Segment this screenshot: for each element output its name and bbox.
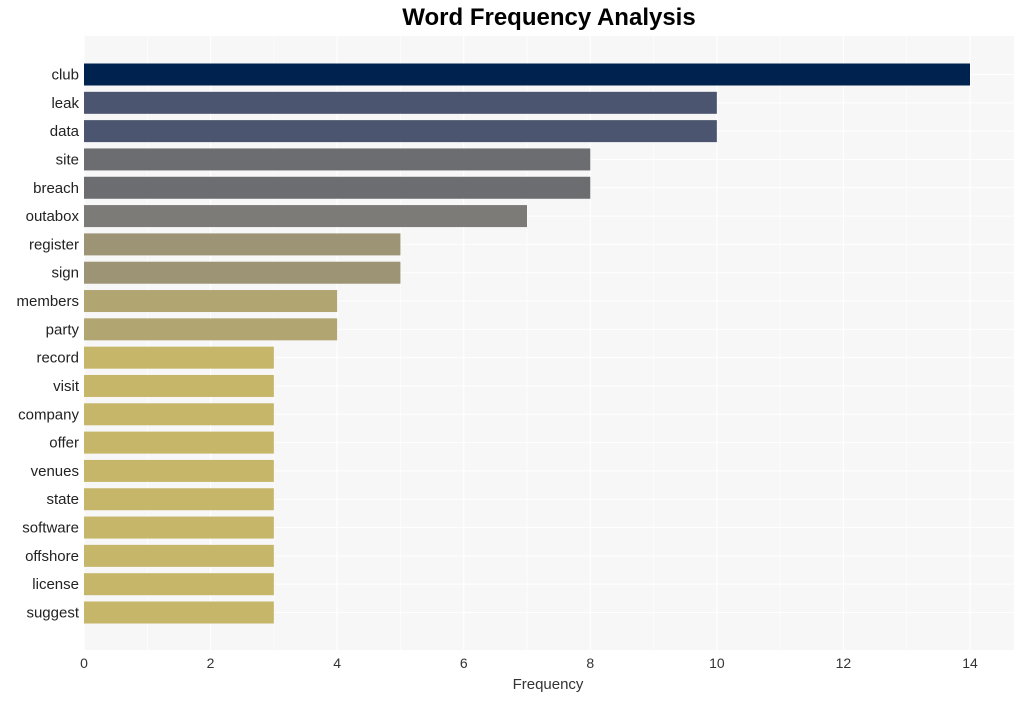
bar-site	[84, 148, 591, 171]
x-tick-label: 2	[207, 655, 215, 671]
bar-venues	[84, 459, 274, 482]
bar-company	[84, 403, 274, 426]
bar-club	[84, 63, 970, 86]
bar-data	[84, 120, 717, 143]
category-label: party	[46, 321, 80, 338]
bar-software	[84, 516, 274, 539]
category-label: record	[36, 350, 79, 367]
x-tick-label: 0	[80, 655, 88, 671]
bar-suggest	[84, 601, 274, 624]
bar-members	[84, 290, 338, 313]
x-tick-label: 12	[836, 655, 852, 671]
x-axis-title: Frequency	[513, 676, 584, 693]
category-label: visit	[53, 378, 80, 395]
bar-state	[84, 488, 274, 511]
bar-party	[84, 318, 338, 341]
category-label: site	[56, 151, 79, 168]
bar-breach	[84, 176, 591, 199]
bar-leak	[84, 91, 717, 114]
category-label: state	[46, 491, 79, 508]
category-label: license	[32, 576, 79, 593]
category-label: sign	[51, 265, 79, 282]
x-tick-label: 10	[709, 655, 725, 671]
category-label: data	[50, 123, 80, 140]
bar-license	[84, 573, 274, 596]
x-tick-label: 4	[333, 655, 341, 671]
category-label: club	[51, 67, 79, 84]
x-tick-label: 14	[962, 655, 978, 671]
bar-register	[84, 233, 401, 256]
bar-offshore	[84, 544, 274, 567]
category-label: suggest	[26, 605, 79, 622]
bar-outabox	[84, 205, 527, 228]
bar-record	[84, 346, 274, 369]
bar-visit	[84, 374, 274, 397]
category-label: members	[16, 293, 79, 310]
category-label: leak	[51, 95, 79, 112]
category-label: register	[29, 236, 79, 253]
x-tick-label: 8	[586, 655, 594, 671]
bar-chart: club leak data site breach outabox register sig…	[16, 36, 1014, 693]
category-label: breach	[33, 180, 79, 197]
category-labels: club leak data site breach outabox register sig…	[16, 67, 79, 622]
category-label: company	[18, 406, 79, 423]
category-label: venues	[31, 463, 79, 480]
x-tick-labels: 0 2 4 6 8 10 12 14	[80, 655, 978, 671]
category-label: offer	[49, 435, 79, 452]
category-label: offshore	[25, 548, 79, 565]
category-label: software	[22, 520, 79, 537]
category-label: outabox	[26, 208, 80, 225]
bar-sign	[84, 261, 401, 284]
x-tick-label: 6	[460, 655, 468, 671]
bar-offer	[84, 431, 274, 454]
